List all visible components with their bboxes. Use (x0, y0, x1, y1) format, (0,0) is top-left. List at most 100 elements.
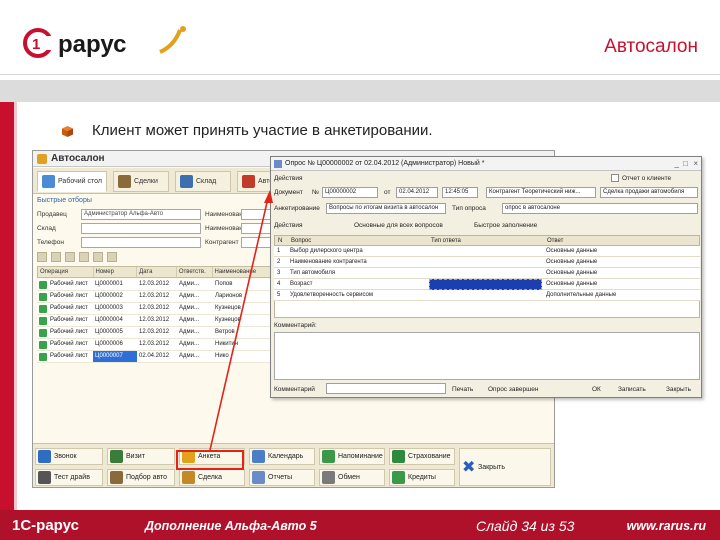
cell-answer: Основные данные (546, 259, 598, 265)
col-n[interactable]: N (278, 238, 282, 244)
col-name[interactable]: Наименование (213, 267, 270, 277)
filter-icon[interactable] (93, 252, 103, 262)
ok-button[interactable]: ОК (592, 386, 601, 393)
questions-actions-menu[interactable]: Действия (274, 222, 302, 229)
question-row[interactable]: 2 Наименование контрагента Основные данн… (274, 257, 700, 268)
tab-desktop[interactable]: Рабочий стол (37, 171, 107, 192)
cell-operation: Рабочий лист (50, 341, 88, 347)
question-row[interactable]: 5 Удовлетворенность сервисом Дополнитель… (274, 290, 700, 301)
comment-label: Комментарий (274, 386, 315, 393)
table-row[interactable]: Рабочий лист Ц0000006 12.03.2012 Адми...… (37, 339, 271, 351)
question-row[interactable]: 3 Тип автомобиля Основные данные (274, 268, 700, 279)
table-row[interactable]: Рабочий лист Ц0000004 12.03.2012 Адми...… (37, 315, 271, 327)
cell-n: 4 (277, 281, 281, 287)
cell-answer-type[interactable] (429, 290, 542, 301)
actions-menu[interactable]: Действия (274, 175, 302, 182)
table-row[interactable]: Рабочий лист Ц0000002 12.03.2012 Адми...… (37, 291, 271, 303)
document-icon (39, 281, 47, 289)
survey-complete-button[interactable]: Опрос завершен (488, 386, 539, 393)
reports-icon (252, 471, 265, 484)
contractor-field[interactable]: Контрагент Теоретический ниж... (486, 187, 596, 198)
tab-label: Сделки (134, 178, 158, 185)
action-panel: Звонок Визит Анкета Календарь Напоминани… (33, 443, 554, 487)
deal-button[interactable]: Сделка (179, 469, 245, 486)
maximize-icon[interactable]: □ (683, 159, 688, 168)
table-row[interactable]: Рабочий лист Ц0000001 12.03.2012 Адми...… (37, 279, 271, 291)
delete-icon[interactable] (79, 252, 89, 262)
exchange-button[interactable]: Обмен (319, 469, 385, 486)
quick-fill-button[interactable]: Быстрое заполнение (474, 222, 537, 229)
button-label: Закрыть (478, 463, 505, 471)
client-report-checkbox[interactable]: Отчет о клиенте (611, 174, 671, 182)
table-row[interactable]: Рабочий лист Ц0000005 12.03.2012 Адми...… (37, 327, 271, 339)
notes-field[interactable] (274, 332, 700, 380)
phone-field[interactable] (81, 237, 201, 248)
insurance-button[interactable]: Страхование (389, 448, 455, 465)
col-answer[interactable]: Ответ (547, 238, 563, 244)
test-drive-button[interactable]: Тест драйв (35, 469, 103, 486)
cell-operation: Рабочий лист (50, 353, 88, 359)
close-button[interactable]: ✖ Закрыть (459, 448, 551, 486)
print-button[interactable]: Печать (452, 386, 473, 393)
questionnaire-field[interactable]: Вопросы по итогам визита в автосалон (326, 203, 446, 214)
cell-n: 1 (277, 248, 281, 254)
visit-button[interactable]: Визит (107, 448, 175, 465)
cell-answer-type[interactable] (429, 268, 542, 279)
left-accent-band (0, 102, 14, 510)
minimize-icon[interactable]: _ (675, 159, 679, 168)
copy-icon[interactable] (51, 252, 61, 262)
credit-icon (392, 471, 405, 484)
tab-deals[interactable]: Сделки (113, 171, 169, 192)
basic-questions-button[interactable]: Основные для всех вопросов (354, 222, 443, 229)
filter-label: Контрагент (205, 239, 239, 246)
table-row[interactable]: Рабочий лист Ц0000003 12.03.2012 Адми...… (37, 303, 271, 315)
refresh-icon[interactable] (107, 252, 117, 262)
cell-name: Кузнецов (215, 305, 241, 311)
col-number[interactable]: Номер (94, 267, 138, 277)
credits-button[interactable]: Кредиты (389, 469, 455, 486)
warehouse-field[interactable] (81, 223, 201, 234)
date-field[interactable]: 02.04.2012 (396, 187, 438, 198)
table-row-selected[interactable]: Рабочий лист Ц0000007 02.04.2012 Адми...… (37, 351, 271, 363)
close-button[interactable]: Закрыть (666, 386, 691, 393)
col-date[interactable]: Дата (137, 267, 177, 277)
footer-url[interactable]: www.rarus.ru (627, 519, 706, 533)
phone-icon (38, 450, 51, 463)
calendar-button[interactable]: Календарь (249, 448, 315, 465)
cell-answer: Основные данные (546, 248, 598, 254)
document-icon (39, 341, 47, 349)
time-field[interactable]: 12:45:05 (442, 187, 478, 198)
comment-field[interactable] (326, 383, 446, 394)
col-responsible[interactable]: Ответств. (177, 267, 213, 277)
tab-warehouse[interactable]: Склад (175, 171, 231, 192)
deal-field[interactable]: Сделка продажи автомобиля (600, 187, 698, 198)
question-row[interactable]: 1 Выбор дилерского центра Основные данны… (274, 246, 700, 257)
survey-type-field[interactable]: опрос в автосалоне (502, 203, 698, 214)
exchange-icon (322, 471, 335, 484)
cell-answer-type-selected[interactable] (429, 279, 542, 290)
col-question[interactable]: Вопрос (291, 238, 311, 244)
add-icon[interactable] (37, 252, 47, 262)
cell-answer-type[interactable] (429, 257, 542, 268)
car-selection-button[interactable]: Подбор авто (107, 469, 175, 486)
cell-question: Удовлетворенность сервисом (290, 292, 373, 298)
cell-answer-type[interactable] (429, 246, 542, 257)
cell-responsible: Адми... (179, 353, 199, 359)
call-button[interactable]: Звонок (35, 448, 103, 465)
edit-icon[interactable] (65, 252, 75, 262)
reports-button[interactable]: Отчеты (249, 469, 315, 486)
col-operation[interactable]: Операция (38, 267, 94, 277)
cell-date: 02.04.2012 (139, 353, 170, 359)
button-label: Страхование (408, 453, 451, 460)
col-answer-type[interactable]: Тип ответа (431, 238, 461, 244)
close-icon[interactable]: × (693, 159, 698, 168)
button-label: Подбор авто (126, 474, 168, 481)
seller-field[interactable]: Администратор Альфа-Авто (81, 209, 201, 220)
document-number-field[interactable]: Ц00000002 (322, 187, 378, 198)
save-button[interactable]: Записать (618, 386, 646, 393)
cell-operation: Рабочий лист (50, 317, 88, 323)
question-row-selected[interactable]: 4 Возраст Основные данные (274, 279, 700, 290)
cell-answer: Основные данные (546, 270, 598, 276)
reminder-button[interactable]: Напоминание (319, 448, 385, 465)
cell-date: 12.03.2012 (139, 293, 170, 299)
